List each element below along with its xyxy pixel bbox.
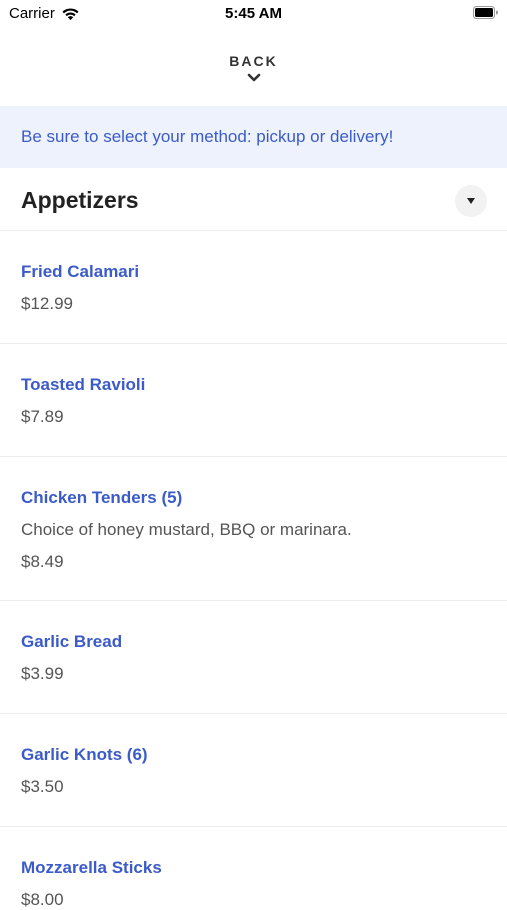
menu-item[interactable]: Mozzarella Sticks $8.00 <box>0 827 507 909</box>
item-price: $8.49 <box>21 552 64 571</box>
item-price: $12.99 <box>21 294 73 313</box>
item-name: Toasted Ravioli <box>21 375 146 394</box>
chevron-down-icon <box>247 73 260 82</box>
menu-item[interactable]: Garlic Bread $3.99 <box>0 601 507 714</box>
info-banner: Be sure to select your method: pickup or… <box>0 106 507 168</box>
item-name: Mozzarella Sticks <box>21 858 162 877</box>
section-collapse-button[interactable] <box>455 185 487 217</box>
triangle-down-icon <box>467 198 475 204</box>
status-bar: Carrier 5:45 AM <box>0 0 507 28</box>
item-name: Garlic Knots (6) <box>21 745 148 764</box>
item-name: Fried Calamari <box>21 262 140 281</box>
banner-text: Be sure to select your method: pickup or… <box>21 127 394 146</box>
menu-item[interactable]: Toasted Ravioli $7.89 <box>0 344 507 457</box>
menu-list: Fried Calamari $12.99 Toasted Ravioli $7… <box>0 231 507 909</box>
menu-item[interactable]: Garlic Knots (6) $3.50 <box>0 714 507 827</box>
item-price: $7.89 <box>21 407 64 426</box>
item-name: Chicken Tenders (5) <box>21 488 183 507</box>
item-description: Choice of honey mustard, BBQ or marinara… <box>21 520 352 539</box>
section-title: Appetizers <box>21 187 139 213</box>
battery-icon <box>473 6 498 19</box>
section-header: Appetizers <box>0 168 507 231</box>
back-label: BACK <box>229 53 278 69</box>
menu-item[interactable]: Chicken Tenders (5) Choice of honey must… <box>0 457 507 601</box>
item-name: Garlic Bread <box>21 632 123 651</box>
item-price: $8.00 <box>21 890 64 909</box>
item-price: $3.50 <box>21 777 64 796</box>
back-button[interactable]: BACK <box>0 50 507 94</box>
clock: 5:45 AM <box>225 5 282 22</box>
menu-item[interactable]: Fried Calamari $12.99 <box>0 231 507 344</box>
item-price: $3.99 <box>21 664 64 683</box>
